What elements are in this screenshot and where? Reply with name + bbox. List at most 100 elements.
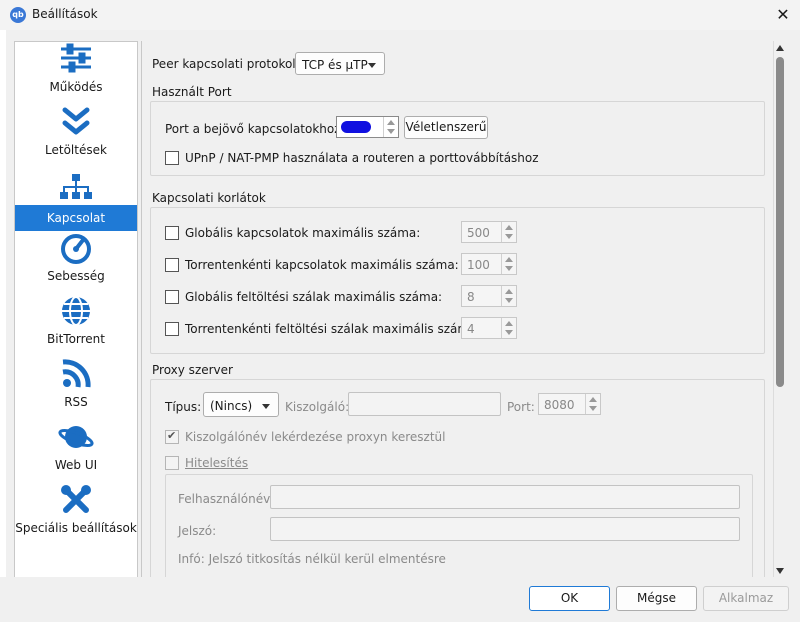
sidebar-item-specialis[interactable]: Speciális beállítások — [15, 483, 137, 546]
limit-spinbox-global-upload-slots[interactable]: 8 — [461, 285, 517, 307]
spin-down-icon[interactable] — [505, 266, 513, 271]
limit-spinbox-per-torrent-upload-slots[interactable]: 4 — [461, 317, 517, 339]
username-label: Felhasználónév: — [178, 492, 274, 506]
speedometer-icon — [61, 234, 91, 264]
port-group-title: Használt Port — [152, 85, 232, 99]
hostname-lookup-checkbox[interactable] — [165, 429, 179, 444]
chevron-down-icon — [368, 63, 376, 68]
settings-content: Peer kapcsolati protokoll: TCP és µTP Ha… — [141, 41, 774, 577]
limits-group-title: Kapcsolati korlátok — [152, 191, 266, 205]
sliders-icon — [61, 43, 91, 73]
sidebar-item-label: Kapcsolat — [46, 211, 106, 225]
spin-down-icon[interactable] — [505, 298, 513, 303]
sidebar-item-webui[interactable]: Web UI — [15, 420, 137, 483]
spin-arrows[interactable] — [501, 318, 516, 338]
sidebar-item-label: Működés — [49, 80, 103, 94]
protocol-value: TCP és µTP — [302, 58, 368, 72]
spin-up-icon[interactable] — [505, 321, 513, 326]
window-title: Beállítások — [32, 7, 98, 21]
sidebar-item-mukodes[interactable]: Működés — [15, 42, 137, 105]
sidebar-item-label: BitTorrent — [47, 332, 105, 346]
limit-label-global-connections: Globális kapcsolatok maximális száma: — [185, 226, 421, 240]
spin-up-icon[interactable] — [505, 289, 513, 294]
limit-checkbox-global-connections[interactable] — [165, 226, 179, 240]
proxy-type-label: Típus: — [165, 400, 202, 414]
limit-label-per-torrent-connections: Torrentenkénti kapcsolatok maximális szá… — [185, 258, 459, 272]
scroll-up-icon[interactable] — [776, 45, 784, 51]
spin-up-icon[interactable] — [387, 120, 395, 125]
ok-button[interactable]: OK — [529, 586, 610, 611]
spin-value: 100 — [467, 258, 490, 272]
port-spin-arrows[interactable] — [383, 117, 398, 137]
username-input[interactable] — [270, 485, 740, 509]
close-button[interactable]: ✕ — [770, 3, 796, 27]
limit-checkbox-per-torrent-upload-slots[interactable] — [165, 322, 179, 336]
spin-up-icon[interactable] — [505, 257, 513, 262]
limit-spinbox-per-torrent-connections[interactable]: 100 — [461, 253, 517, 275]
protocol-label: Peer kapcsolati protokoll: — [152, 57, 304, 71]
sidebar-item-label: Letöltések — [45, 143, 107, 157]
limit-label-per-torrent-upload-slots: Torrentenkénti feltöltési szálak maximál… — [185, 322, 481, 336]
spin-arrows[interactable] — [501, 286, 516, 306]
spin-value: 4 — [467, 322, 475, 336]
limit-label-global-upload-slots: Globális feltöltési szálak maximális szá… — [185, 290, 443, 304]
authentication-subgroup: Felhasználónév: Jelszó: Infó: Jelszó tit… — [165, 474, 753, 577]
spin-arrows[interactable] — [501, 254, 516, 274]
password-label: Jelszó: — [178, 524, 217, 538]
cancel-button[interactable]: Mégse — [616, 586, 697, 611]
password-input[interactable] — [270, 517, 740, 541]
proxy-port-spinbox[interactable]: 8080 — [538, 393, 601, 415]
spin-value: 500 — [467, 226, 490, 240]
password-info-text: Infó: Jelszó titkosítás nélkül kerül elm… — [178, 552, 446, 566]
apply-button[interactable]: Alkalmaz — [703, 586, 789, 611]
tools-icon — [61, 485, 91, 513]
sidebar-item-bittorrent[interactable]: BitTorrent — [15, 294, 137, 357]
upnp-checkbox[interactable] — [165, 151, 179, 165]
sidebar-item-letoltesek[interactable]: Letöltések — [15, 105, 137, 168]
spin-down-icon[interactable] — [387, 129, 395, 134]
sidebar-item-kapcsolat[interactable]: Kapcsolat — [15, 205, 137, 231]
sidebar-item-label: Web UI — [54, 458, 98, 472]
spin-up-icon[interactable] — [505, 225, 513, 230]
authentication-checkbox[interactable] — [165, 456, 179, 470]
planet-icon — [58, 426, 94, 448]
limits-group: Globális kapcsolatok maximális száma: 50… — [150, 207, 765, 354]
proxy-host-input[interactable] — [348, 392, 501, 416]
upnp-label: UPnP / NAT-PMP használata a routeren a p… — [185, 151, 539, 165]
spin-arrows[interactable] — [501, 222, 516, 242]
sidebar-item-sebesseg[interactable]: Sebesség — [15, 231, 137, 294]
proxy-type-value: (Nincs) — [210, 399, 253, 413]
sidebar-item-label: Sebesség — [47, 269, 105, 283]
random-port-button[interactable]: Véletlenszerű — [404, 116, 488, 139]
spin-down-icon[interactable] — [589, 406, 597, 411]
incoming-port-spinbox[interactable] — [336, 116, 399, 138]
sidebar-item-rss[interactable]: RSS — [15, 357, 137, 420]
limit-spinbox-global-connections[interactable]: 500 — [461, 221, 517, 243]
network-icon — [60, 174, 92, 199]
spin-up-icon[interactable] — [589, 397, 597, 402]
port-group: Port a bejövő kapcsolatokhoz: Véletlensz… — [150, 101, 765, 176]
double-chevron-down-icon — [62, 107, 90, 135]
proxy-type-select[interactable]: (Nincs) — [203, 392, 279, 417]
spin-value: 8 — [467, 290, 475, 304]
app-icon: qb — [10, 7, 26, 23]
settings-sidebar: Működés Letöltések Kapcsolat Sebesség Bi… — [14, 41, 138, 579]
spin-value: 8080 — [544, 398, 575, 412]
hostname-lookup-label: Kiszolgálónév lekérdezése proxyn kereszt… — [185, 430, 446, 444]
sidebar-item-label: Speciális beállítások — [15, 521, 137, 535]
globe-icon — [62, 296, 90, 326]
limit-checkbox-global-upload-slots[interactable] — [165, 290, 179, 304]
spin-arrows[interactable] — [585, 394, 600, 414]
limit-checkbox-per-torrent-connections[interactable] — [165, 258, 179, 272]
title-bar — [0, 0, 800, 30]
scroll-down-icon[interactable] — [776, 568, 784, 574]
spin-down-icon[interactable] — [505, 234, 513, 239]
proxy-group: Típus: (Nincs) Kiszolgáló: Port: 8080 Ki… — [150, 379, 765, 577]
spin-down-icon[interactable] — [505, 330, 513, 335]
authentication-label: Hitelesítés — [185, 456, 249, 470]
protocol-select[interactable]: TCP és µTP — [295, 52, 385, 75]
chevron-down-icon — [262, 404, 270, 409]
incoming-port-label: Port a bejövő kapcsolatokhoz: — [165, 122, 345, 136]
proxy-group-title: Proxy szerver — [152, 363, 233, 377]
scrollbar-thumb[interactable] — [776, 57, 784, 387]
